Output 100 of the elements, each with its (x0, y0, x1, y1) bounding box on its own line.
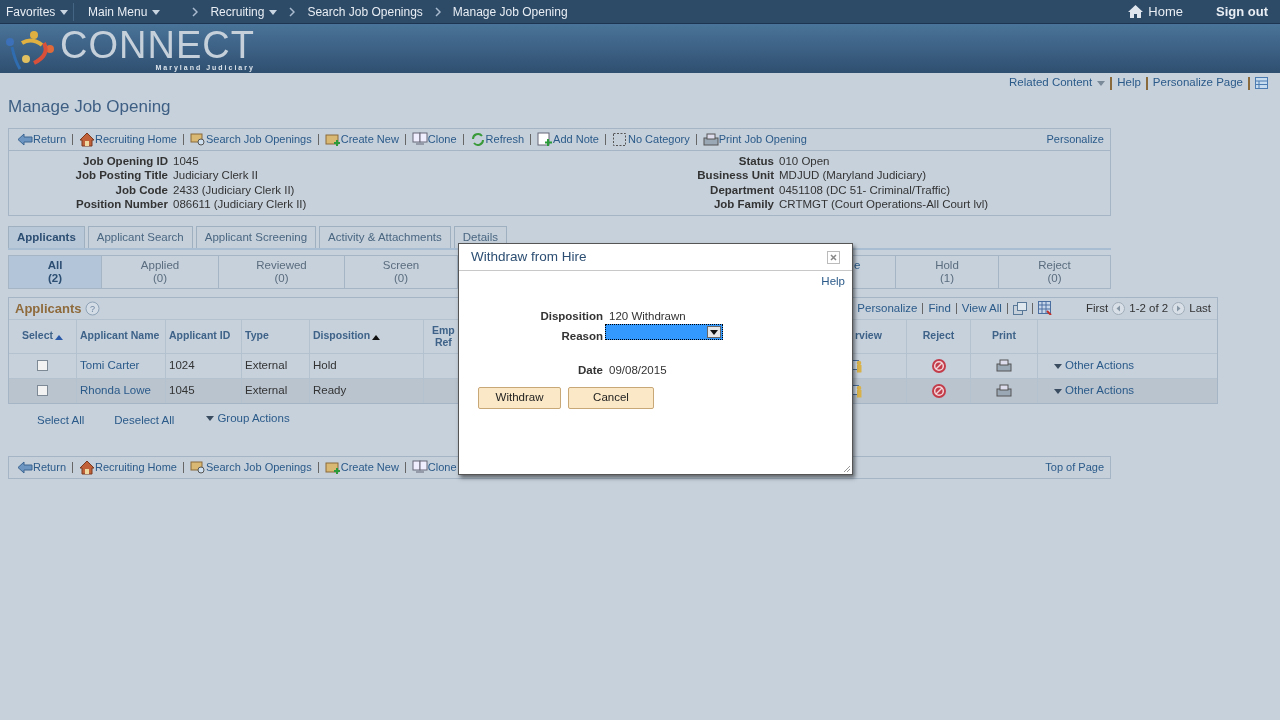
checkbox[interactable] (37, 360, 48, 372)
column-header[interactable]: Reject (922, 328, 955, 345)
folder-plus-icon (324, 460, 341, 475)
tab[interactable]: Applicants (8, 225, 85, 248)
status-tab[interactable]: Reject (0) (999, 255, 1110, 288)
top-of-page-link[interactable]: Top of Page (1045, 459, 1104, 476)
field-label: Department (709, 182, 775, 197)
sort-up-icon (372, 333, 381, 340)
field-label: Date (577, 362, 604, 378)
column-header[interactable]: Emp Ref (432, 324, 455, 349)
prohibited-icon[interactable] (930, 382, 947, 399)
tab[interactable]: Applicant Screening (195, 225, 317, 248)
documents-icon (411, 131, 428, 147)
toolbar-link[interactable]: Print Job Opening (702, 130, 807, 148)
select-all-link[interactable]: Select All (37, 411, 85, 429)
grid-link[interactable]: View All (961, 299, 1002, 317)
breadcrumb-link[interactable]: Main Menu (88, 2, 161, 21)
deselect-all-link[interactable]: Deselect All (114, 411, 175, 429)
printer-icon[interactable] (996, 358, 1012, 374)
search-icon (189, 460, 206, 475)
page-link[interactable]: Personalize Page (1152, 74, 1243, 92)
page-link[interactable]: Help (1117, 74, 1141, 92)
column-header[interactable]: Applicant Name (80, 328, 160, 345)
toolbar-link[interactable]: Search Job Openings (189, 459, 312, 476)
tab[interactable]: Applicant Search (87, 225, 193, 248)
table-icon[interactable] (1255, 77, 1268, 89)
field-value: 09/08/2015 (609, 362, 667, 378)
other-actions-menu[interactable]: Other Actions (1054, 357, 1135, 375)
grid-link[interactable]: Find (928, 299, 951, 317)
toolbar-link[interactable]: Return (17, 459, 67, 476)
sign-out-link[interactable]: Sign out (1216, 1, 1268, 22)
column-header[interactable]: rview (855, 328, 882, 345)
logo-text: CONNECT (60, 25, 255, 64)
favorites-menu[interactable]: Favorites (0, 2, 74, 21)
status-tab[interactable]: All (2) (9, 255, 102, 288)
status-tab[interactable]: Reviewed (0) (219, 255, 345, 288)
grid-link[interactable]: Personalize (857, 299, 918, 317)
page-link[interactable]: Related Content (1009, 74, 1106, 92)
house-icon (79, 460, 96, 475)
new-window-icon[interactable] (1012, 301, 1027, 315)
toolbar-link[interactable]: Refresh (469, 130, 525, 148)
prohibited-icon[interactable] (930, 357, 947, 374)
status-tab[interactable]: Hold (1) (896, 255, 999, 288)
printer-icon[interactable] (996, 383, 1012, 399)
previous-icon[interactable] (1112, 301, 1126, 315)
dialog-button[interactable]: Cancel (568, 387, 654, 409)
documents-icon (411, 460, 428, 475)
breadcrumb-link[interactable]: Manage Job Opening (452, 2, 568, 21)
column-header[interactable]: Select (22, 328, 63, 345)
field-value: CRTMGT (Court Operations-All Court lvl) (779, 197, 989, 212)
left-arrow-icon (17, 460, 33, 475)
column-header[interactable]: Print (992, 328, 1016, 345)
field-value: 2433 (Judiciary Clerk II) (173, 182, 295, 197)
field-label: Job Posting Title (74, 168, 169, 183)
breadcrumb-link[interactable]: Search Job Openings (307, 2, 423, 21)
applicant-name-link[interactable]: Rhonda Lowe (80, 382, 151, 400)
column-header[interactable]: Type (245, 328, 269, 345)
toolbar-link[interactable]: Add Note (537, 130, 599, 148)
reason-dropdown[interactable] (605, 323, 723, 340)
breadcrumb-link[interactable]: Recruiting (210, 2, 278, 21)
applicant-name-link[interactable]: Tomi Carter (80, 357, 140, 375)
status-tab[interactable]: Applied (0) (102, 255, 219, 288)
toolbar-link[interactable]: No Category (612, 130, 690, 148)
group-actions-menu[interactable]: Group Actions (206, 409, 290, 429)
next-icon[interactable] (1172, 301, 1186, 315)
resize-grip-icon[interactable] (843, 465, 851, 473)
toolbar-link[interactable]: Recruiting Home (79, 459, 177, 476)
printer-icon (702, 131, 719, 147)
dialog-button[interactable]: Withdraw (478, 387, 561, 409)
table-cell-text: Ready (313, 383, 347, 399)
toolbar-link[interactable]: Create New (324, 459, 399, 476)
column-header[interactable]: Disposition (313, 328, 381, 345)
field-label: Job Code (114, 182, 169, 197)
checkbox[interactable] (37, 385, 48, 397)
field-value: 086611 (Judiciary Clerk II) (173, 197, 307, 212)
chevron-icon (434, 7, 441, 18)
field-value: 1045 (173, 153, 199, 168)
toolbar-link[interactable]: Recruiting Home (79, 130, 177, 148)
personalize-link[interactable]: Personalize (1046, 130, 1104, 148)
toolbar-link[interactable]: Create New (324, 130, 399, 148)
toolbar-link[interactable]: Search Job Openings (189, 130, 312, 148)
column-header[interactable]: Applicant ID (169, 328, 231, 345)
house-icon (79, 131, 96, 147)
chevron-icon (289, 7, 296, 18)
field-label: Business Unit (696, 168, 775, 183)
close-icon[interactable] (827, 250, 840, 264)
table-cell-text: 1045 (169, 383, 195, 399)
toolbar-link[interactable]: Clone (411, 459, 457, 476)
home-link[interactable]: Home (1148, 1, 1183, 22)
tab[interactable]: Activity & Attachments (319, 225, 451, 248)
help-link[interactable]: Help (821, 273, 845, 291)
help-icon[interactable]: ? (85, 300, 101, 316)
other-actions-menu[interactable]: Other Actions (1054, 382, 1135, 400)
field-label: Position Number (75, 197, 169, 212)
toolbar-link[interactable]: Return (17, 130, 67, 148)
toolbar-link[interactable]: Clone (411, 130, 457, 148)
field-label: Job Opening ID (82, 153, 169, 168)
dialog-title: Withdraw from Hire (471, 247, 587, 266)
left-arrow-icon (17, 131, 33, 147)
spreadsheet-icon[interactable] (1037, 301, 1052, 316)
